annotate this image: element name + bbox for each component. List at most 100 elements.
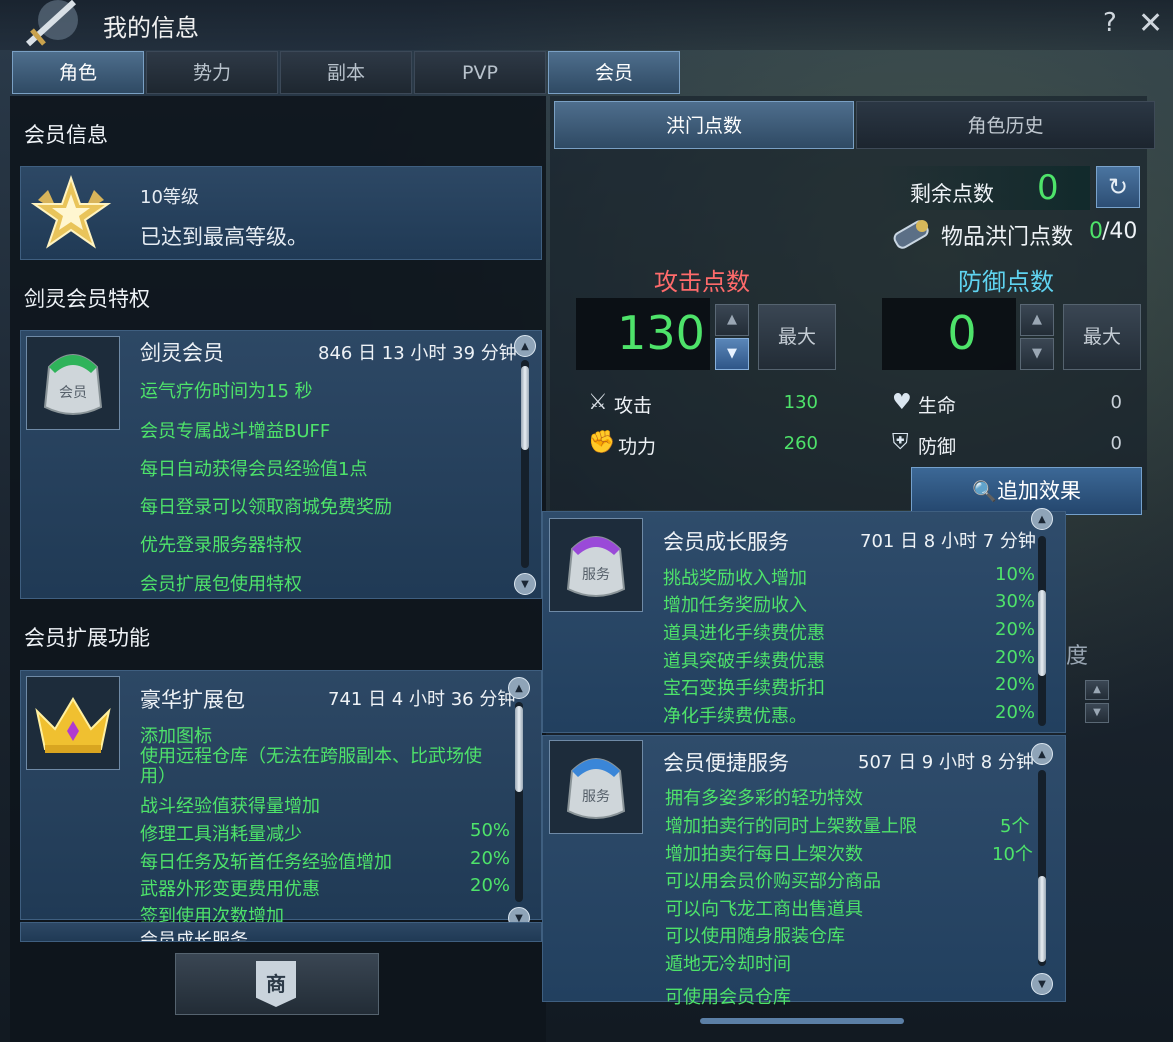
subtab-hongmen-points[interactable]: 洪门点数 [554, 101, 854, 149]
member-level-status: 已达到最高等级。 [140, 225, 308, 249]
defense-decrease-button[interactable]: ▼ [1020, 338, 1054, 370]
scroll-up-button[interactable]: ▲ [1031, 743, 1053, 765]
privileges-title: 剑灵会员特权 [24, 287, 150, 311]
growth-item: 增加任务奖励收入 [663, 595, 807, 616]
defense-max-button[interactable]: 最大 [1063, 304, 1141, 370]
tab-pvp[interactable]: PVP [414, 51, 546, 94]
scrollbar-thumb[interactable] [1038, 590, 1046, 676]
scroll-down-button[interactable]: ▼ [514, 573, 536, 595]
scroll-down-button[interactable]: ▼ [1031, 973, 1053, 995]
growth-item-value: 20% [995, 647, 1036, 668]
attack-points-title: 攻击点数 [654, 268, 750, 296]
scroll-up-button[interactable]: ▲ [1031, 508, 1053, 530]
tab-member[interactable]: 会员 [548, 51, 680, 94]
growth-item: 道具突破手续费优惠 [663, 651, 825, 672]
growth-item: 道具进化手续费优惠 [663, 623, 825, 644]
tab-dungeon[interactable]: 副本 [280, 51, 412, 94]
stat-hp-value: 0 [1110, 392, 1122, 413]
remaining-points-value: 0 [1037, 168, 1059, 208]
defense-points-title: 防御点数 [958, 268, 1054, 296]
stat-attack-label: 攻击 [614, 395, 653, 417]
convenience-item-value: 10个 [992, 844, 1033, 865]
attack-max-button[interactable]: 最大 [758, 304, 836, 370]
svg-text:服务: 服务 [582, 789, 610, 805]
reset-icon: ↻ [1107, 173, 1129, 201]
convenience-item-value: 5个 [1000, 816, 1030, 837]
growth-service-name: 会员成长服务 [663, 530, 789, 554]
privilege-item: 会员扩展包使用特权 [140, 574, 302, 595]
expansion-item: 使用远程仓库（无法在跨服副本、比武场使用） [140, 746, 482, 787]
scroll-up-button[interactable]: ▲ [514, 335, 536, 357]
add-effect-button[interactable]: 🔍追加效果 [911, 467, 1142, 515]
attack-decrease-button[interactable]: ▼ [715, 338, 749, 370]
stat-hp-label: 生命 [918, 395, 957, 417]
item-points-max: /40 [1102, 219, 1138, 244]
convenience-item: 可以使用随身服装仓库 [665, 926, 845, 947]
help-button[interactable]: ? [1103, 8, 1117, 38]
attack-increase-button[interactable]: ▲ [715, 304, 749, 336]
privilege-item: 每日自动获得会员经验值1点 [140, 459, 368, 480]
sword-emblem-icon [14, 0, 88, 48]
popup-resize-handle[interactable] [700, 1018, 904, 1024]
stat-attack-value: 130 [783, 392, 818, 413]
svg-text:服务: 服务 [582, 567, 610, 583]
defense-points-value: 0 [947, 306, 977, 360]
gold-crown-icon [26, 676, 120, 770]
convenience-item: 可使用会员仓库 [665, 987, 791, 1008]
fist-icon: ✊ [588, 430, 616, 455]
gold-star-emblem-icon [28, 170, 114, 256]
expansion-item: 武器外形变更费用优惠 [140, 879, 320, 900]
growth-item: 宝石变换手续费折扣 [663, 678, 825, 699]
growth-item-value: 10% [995, 564, 1036, 585]
stat-defense-label: 防御 [918, 436, 957, 458]
member-level: 10等级 [140, 187, 199, 208]
tab-faction[interactable]: 势力 [146, 51, 278, 94]
window-title: 我的信息 [103, 14, 199, 42]
expansion-item: 战斗经验值获得量增加 [140, 796, 320, 817]
scrollbar-thumb[interactable] [515, 706, 523, 792]
shield-icon: ⛨ [892, 430, 909, 455]
defense-increase-button[interactable]: ▲ [1020, 304, 1054, 336]
svg-text:会员: 会员 [59, 385, 87, 401]
expansion-name: 豪华扩展包 [140, 688, 245, 712]
expansion-item-value: 20% [470, 875, 511, 896]
scrollbar-thumb[interactable] [521, 366, 529, 450]
convenience-service-time: 507 日 9 小时 8 分钟 [858, 752, 1034, 773]
subtab-character-history[interactable]: 角色历史 [856, 101, 1155, 149]
background-partial-text: 度 [1066, 644, 1089, 669]
convenience-item: 可以用会员价购买部分商品 [665, 871, 881, 892]
swords-icon: ⚔ [588, 390, 608, 415]
growth-item-value: 20% [995, 674, 1036, 695]
privilege-time: 846 日 13 小时 39 分钟 [318, 343, 517, 364]
bg-down-button: ▼ [1085, 703, 1109, 723]
growth-service-time: 701 日 8 小时 7 分钟 [860, 531, 1036, 552]
item-points-current: 0 [1089, 219, 1103, 244]
growth-item: 净化手续费优惠。 [663, 706, 807, 727]
reset-button[interactable]: ↻ [1096, 166, 1140, 208]
privilege-item: 优先登录服务器特权 [140, 535, 302, 556]
privilege-item: 运气疗伤时间为15 秒 [140, 381, 313, 402]
privilege-name: 剑灵会员 [140, 341, 224, 365]
growth-item-value: 20% [995, 702, 1036, 723]
expansion-item: 修理工具消耗量减少 [140, 824, 302, 845]
item-points-label: 物品洪门点数 [941, 225, 1074, 250]
scroll-up-button[interactable]: ▲ [508, 677, 530, 699]
growth-item-value: 20% [995, 619, 1036, 640]
expansion-title: 会员扩展功能 [24, 626, 150, 650]
expansion-item-value: 50% [470, 820, 511, 841]
blue-member-token-icon: 服务 [549, 740, 643, 834]
jade-member-token-icon: 会员 [26, 336, 120, 430]
search-icon: 🔍 [972, 479, 997, 503]
tab-character[interactable]: 角色 [12, 51, 144, 94]
partial-card-name: 会员成长服务 [140, 930, 248, 941]
expansion-item: 每日任务及斩首任务经验值增加 [140, 852, 392, 873]
close-button[interactable]: ✕ [1138, 6, 1163, 41]
expansion-time: 741 日 4 小时 36 分钟 [328, 689, 516, 710]
remaining-points-label: 剩余点数 [910, 182, 994, 206]
partial-card [20, 922, 542, 942]
privilege-item: 每日登录可以领取商城免费奖励 [140, 497, 392, 518]
growth-item-value: 30% [995, 591, 1036, 612]
scroll-item-icon [888, 212, 936, 256]
convenience-item: 可以向飞龙工商出售道具 [665, 899, 863, 920]
scrollbar-thumb[interactable] [1038, 876, 1046, 962]
